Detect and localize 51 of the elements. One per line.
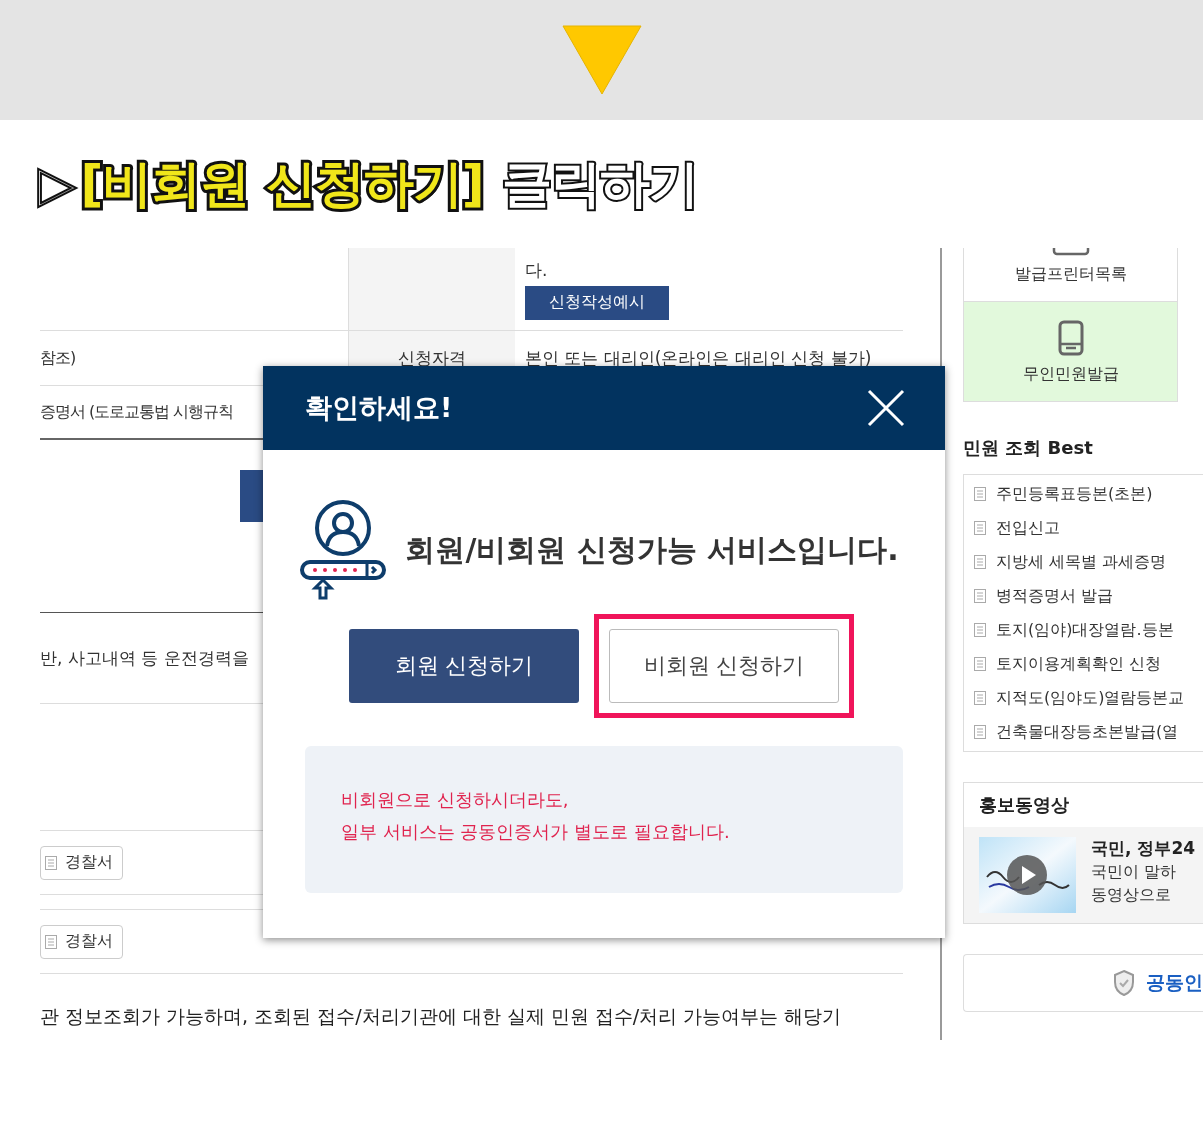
document-icon xyxy=(974,589,986,603)
best-item-link[interactable]: 토지(임야)대장열람.등본 xyxy=(996,619,1174,641)
best-item-link[interactable]: 건축물대장등초본발급(열 xyxy=(996,721,1179,743)
play-icon[interactable] xyxy=(1007,855,1047,895)
best-item-link[interactable]: 지적도(임야도)열람등본교 xyxy=(996,687,1185,709)
dialog-message: 회원/비회원 신청가능 서비스입니다. xyxy=(405,530,899,569)
info-text: 관 정보조회가 가능하며, 조회된 접수/처리기관에 대한 실제 민원 접수/처리 가능여부는 해당기 xyxy=(40,1004,843,1029)
table-cell: 반, 사고내역 등 운전경력을 xyxy=(40,646,249,670)
printer-icon xyxy=(1051,248,1090,256)
user-login-icon xyxy=(299,500,388,600)
member-apply-button[interactable]: 회원 신청하기 xyxy=(349,629,579,703)
certificate-button[interactable]: 공동인 xyxy=(963,954,1203,1012)
notice-text: 비회원으로 신청하시더라도, xyxy=(341,788,570,812)
best-item-link[interactable]: 지방세 세목별 과세증명 xyxy=(996,551,1167,573)
document-icon xyxy=(974,487,986,501)
dialog-title: 확인하세요! xyxy=(305,391,453,425)
police-button[interactable]: 경찰서 xyxy=(40,845,123,880)
close-button[interactable] xyxy=(867,389,905,427)
shield-icon xyxy=(1112,969,1136,997)
document-icon xyxy=(45,934,57,949)
best-item-link[interactable]: 전입신고 xyxy=(996,517,1060,539)
notice-text: 일부 서비스는 공동인증서가 별도로 필요합니다. xyxy=(341,820,731,844)
headline-text: 클릭하기 xyxy=(501,153,698,215)
best-item-link[interactable]: 주민등록표등본(초본) xyxy=(996,483,1153,505)
document-icon xyxy=(974,725,986,739)
cell-text: 다. xyxy=(525,258,548,282)
down-arrow-icon xyxy=(560,24,643,96)
row-label: 신청자격 xyxy=(398,346,466,370)
video-description: 동영상으로 xyxy=(1091,885,1172,906)
document-icon xyxy=(974,657,986,671)
section-title: 홍보동영상 xyxy=(978,793,1070,817)
video-description: 국민이 말하 xyxy=(1091,862,1178,883)
menu-tile[interactable]: 무인민원발급 xyxy=(964,301,1177,401)
headline-highlight: [비회원 신청하기] xyxy=(80,153,484,215)
police-button[interactable]: 경찰서 xyxy=(40,924,123,959)
document-icon xyxy=(974,521,986,535)
document-icon xyxy=(974,623,986,637)
document-icon xyxy=(974,691,986,705)
triangle-marker: ▷ xyxy=(38,159,77,209)
table-cell: 참조) xyxy=(40,347,76,369)
best-item-link[interactable]: 토지이용계획확인 신청 xyxy=(996,653,1162,675)
document-icon xyxy=(45,855,57,870)
video-title[interactable]: 국민, 정부24 xyxy=(1091,837,1196,860)
guest-apply-button[interactable]: 비회원 신청하기 xyxy=(609,629,839,703)
kiosk-icon xyxy=(1057,320,1084,356)
document-icon xyxy=(974,555,986,569)
section-title: 민원 조회 Best xyxy=(963,436,1094,460)
example-button[interactable]: 신청작성예시 xyxy=(525,285,669,320)
table-cell: 본인 또는 대리인(온라인은 대리인 신청 불가) xyxy=(525,346,872,370)
best-item-link[interactable]: 병적증명서 발급 xyxy=(996,585,1114,607)
table-cell: 증명서 (도로교통법 시행규칙 xyxy=(40,401,234,423)
